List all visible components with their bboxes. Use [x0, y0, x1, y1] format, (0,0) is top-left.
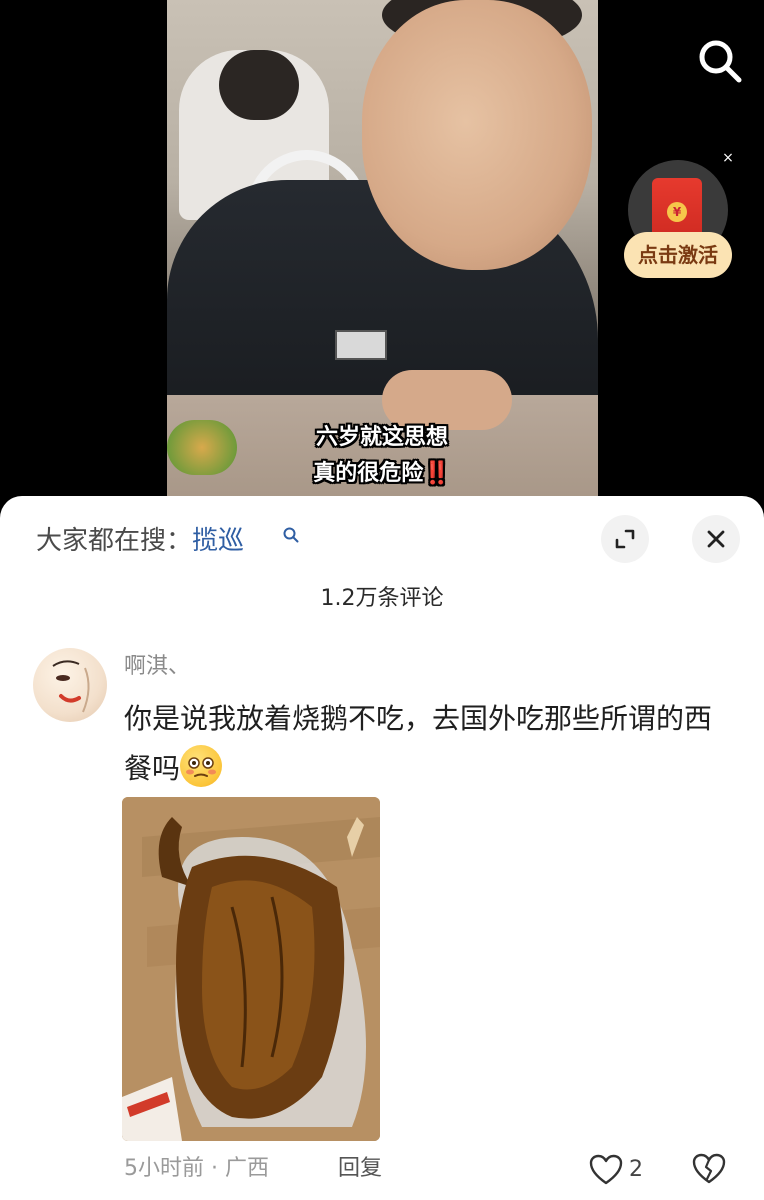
close-icon [707, 530, 725, 548]
red-envelope-icon: ¥ [652, 178, 702, 238]
coin-icon: ¥ [667, 202, 687, 222]
roast-goose-drawing [122, 797, 380, 1141]
search-hint-term[interactable]: 揽巡 [192, 526, 244, 556]
video-subtitle-line-1: 六岁就这思想 [315, 425, 448, 450]
expand-button[interactable] [601, 515, 649, 563]
search-hint-label: 大家都在搜： [36, 526, 193, 556]
double-exclamation-mark: ‼️ [423, 461, 451, 486]
comment-location: 广西 [225, 1156, 270, 1181]
avatar[interactable] [33, 648, 107, 722]
redpack-dismiss-button[interactable]: × [720, 150, 736, 166]
small-search-icon [283, 527, 299, 543]
background-person-head [219, 50, 299, 120]
flushed-face-emoji [180, 745, 223, 787]
like-button[interactable]: 2 [589, 1153, 643, 1187]
comment-meta: 5小时前 · 广西 [124, 1153, 269, 1185]
flushed-face-icon [186, 757, 217, 777]
comment-time: 5小时前 [124, 1156, 204, 1181]
video-subtitle-line-2: 真的很危险‼️ [0, 457, 764, 491]
search-icon [699, 40, 742, 83]
broken-heart-icon [692, 1153, 726, 1184]
video-subtitle-line-2-text: 真的很危险 [313, 461, 424, 486]
child-face [362, 0, 592, 270]
jacket-badge [335, 330, 387, 360]
meta-separator: · [211, 1156, 218, 1181]
reply-button[interactable]: 回复 [338, 1153, 382, 1185]
comment-count: 1.2万条评论 [320, 586, 444, 611]
search-suggestion[interactable]: 大家都在搜：揽巡 [36, 524, 244, 558]
roast-goose-photo[interactable] [122, 797, 380, 1141]
activate-button[interactable]: 点击激活 [624, 232, 732, 278]
avatar-face-drawing [52, 660, 90, 713]
expand-icon [615, 529, 635, 549]
comment-body: 你是说我放着烧鹅不吃，去国外吃那些所谓的西餐吗 [124, 694, 724, 794]
comments-sheet: 大家都在搜：揽巡 1.2万条评论 啊淇、 你是说我放着烧鹅不吃，去国外吃那些所谓… [0, 496, 764, 1200]
video-player[interactable]: 六岁就这思想 真的很危险‼️ × ¥ 点击激活 [0, 0, 764, 520]
like-count: 2 [629, 1157, 643, 1182]
dislike-button[interactable] [692, 1153, 726, 1187]
heart-icon [589, 1154, 623, 1185]
app-root: 六岁就这思想 真的很危险‼️ × ¥ 点击激活 大家都在搜：揽巡 1.2万条评论… [0, 0, 764, 1200]
comment-username[interactable]: 啊淇、 [124, 652, 190, 682]
close-button[interactable] [692, 515, 740, 563]
search-button[interactable] [694, 36, 746, 88]
